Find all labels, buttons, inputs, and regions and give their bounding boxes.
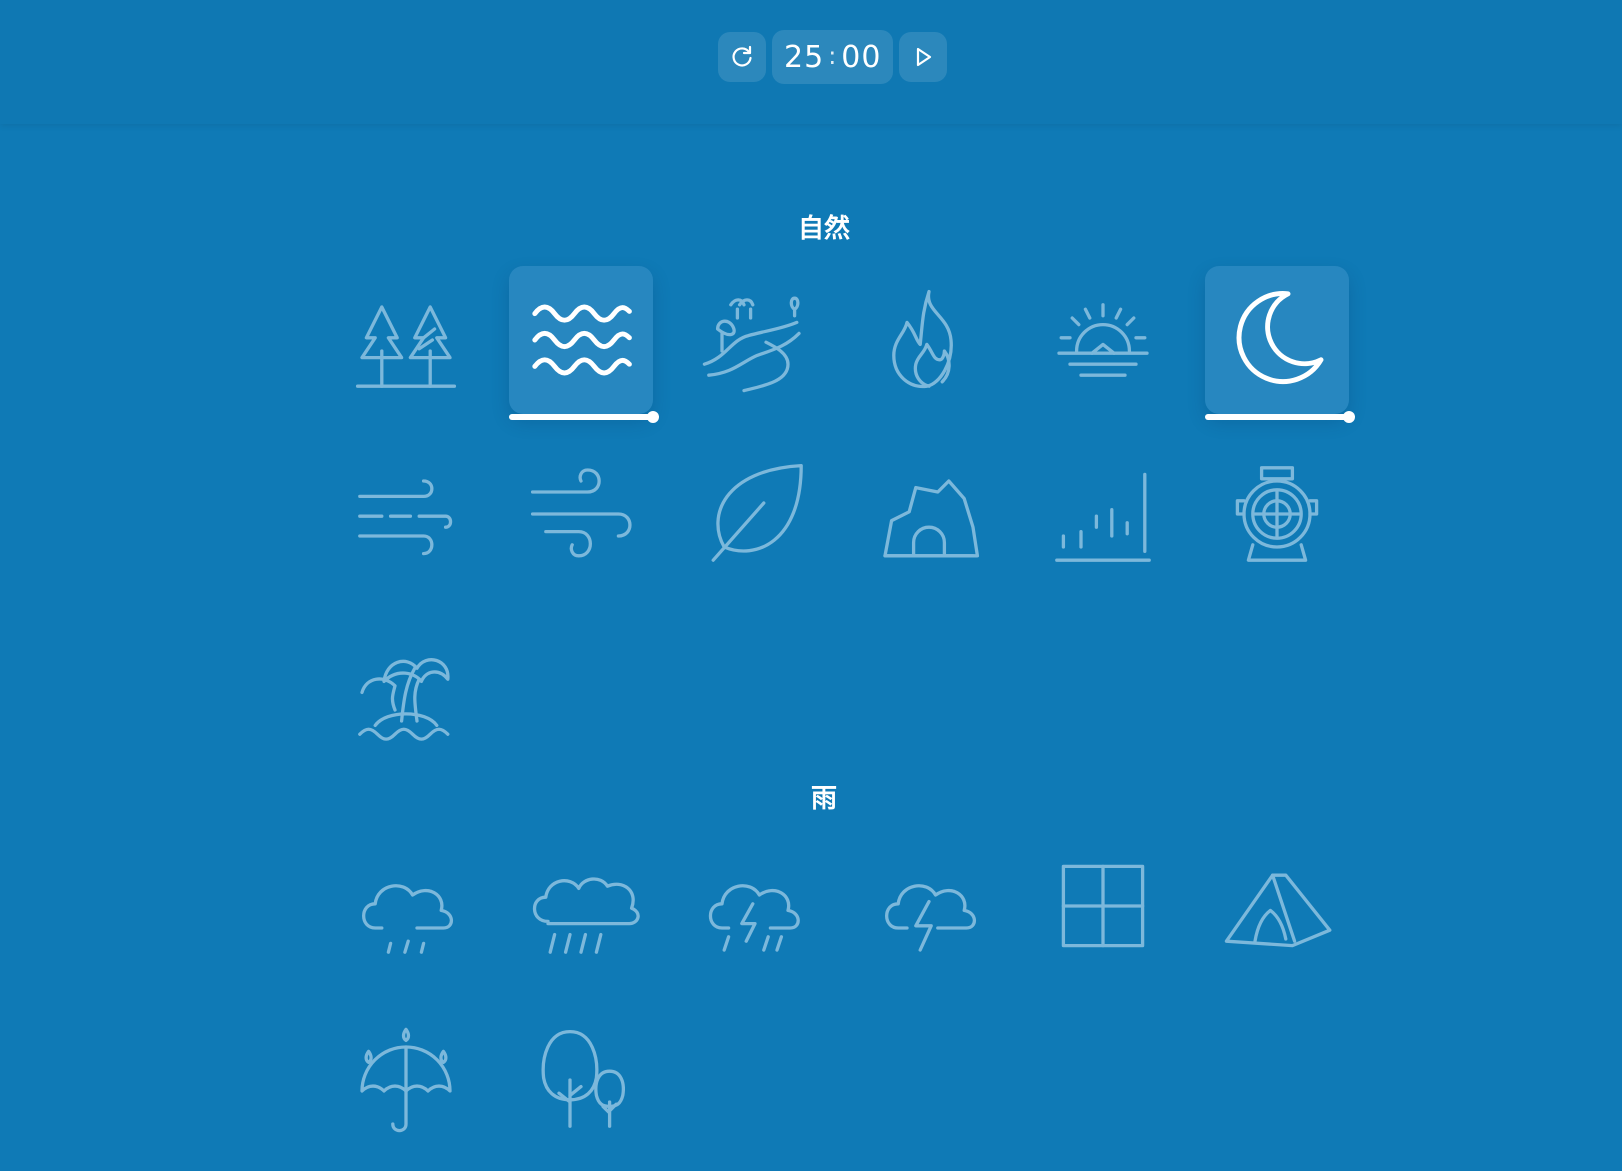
volume-slider-fill [1205, 414, 1349, 420]
sound-tile-leaf[interactable] [683, 440, 827, 588]
sound-tile-wind[interactable] [334, 440, 478, 588]
underwater-icon [1235, 466, 1319, 562]
thunder-icon [885, 884, 977, 952]
sound-tile-waves[interactable] [509, 266, 659, 423]
refresh-icon [732, 45, 752, 67]
tent-icon [1224, 873, 1332, 948]
section-title-rain: 雨 [810, 784, 837, 814]
fire-icon [892, 289, 953, 388]
sound-tile-thunderstorm[interactable] [683, 832, 827, 980]
river-icon [702, 296, 801, 393]
sound-tile-island[interactable] [334, 614, 478, 762]
wind-icon [358, 479, 453, 556]
section-title-nature: 自然 [797, 214, 850, 244]
sound-tile-strong-wind[interactable] [509, 440, 653, 588]
sound-tile-trees-rain[interactable] [509, 1006, 653, 1154]
sound-tile-umbrella[interactable] [334, 1006, 478, 1154]
forest-icon [355, 305, 457, 388]
sound-tile-underwater[interactable] [1205, 440, 1349, 588]
thunderstorm-icon [708, 884, 800, 952]
reset-timer-button[interactable] [718, 32, 766, 82]
leaf-icon [711, 463, 803, 562]
sound-tile-rain[interactable] [509, 832, 653, 980]
timer-seconds: 00 [841, 39, 882, 75]
play-button[interactable] [899, 32, 948, 82]
timer-display[interactable]: 25 : 00 [772, 30, 894, 84]
volume-slider[interactable] [1205, 411, 1355, 423]
sound-tile-thunder[interactable] [857, 832, 1001, 980]
sound-tile-river[interactable] [683, 266, 827, 414]
waves-icon [532, 304, 632, 376]
volume-slider-knob[interactable] [647, 411, 659, 423]
sound-tile-drip[interactable] [1031, 440, 1175, 588]
window-icon [1061, 864, 1145, 948]
sound-tile-forest[interactable] [334, 266, 478, 414]
sound-tile-tent[interactable] [1205, 832, 1349, 980]
trees-rain-icon [541, 1029, 625, 1128]
timer-controls: 25 : 00 [718, 30, 948, 84]
sound-tile-window[interactable] [1031, 832, 1175, 980]
island-icon [358, 658, 450, 741]
sound-tile-fire[interactable] [857, 266, 1001, 414]
sunrise-icon [1057, 303, 1149, 377]
volume-slider-fill [509, 414, 653, 420]
sound-tile-moon[interactable] [1205, 266, 1355, 423]
volume-slider-knob[interactable] [1343, 411, 1355, 423]
timer-minutes: 25 [784, 39, 825, 75]
volume-slider[interactable] [509, 411, 659, 423]
moon-icon [1236, 291, 1324, 384]
timer-separator: : [828, 41, 838, 70]
sound-tile-cave[interactable] [857, 440, 1001, 588]
strong-wind-icon [530, 468, 632, 558]
light-rain-icon [362, 884, 454, 954]
cave-icon [883, 479, 980, 558]
top-bar: 25 : 00 [0, 0, 1622, 124]
play-icon [917, 47, 932, 67]
drip-icon [1055, 472, 1151, 562]
umbrella-icon [360, 1027, 452, 1133]
rain-icon [532, 877, 640, 954]
sound-tile-sunrise[interactable] [1031, 266, 1175, 414]
sound-tile-light-rain[interactable] [334, 832, 478, 980]
